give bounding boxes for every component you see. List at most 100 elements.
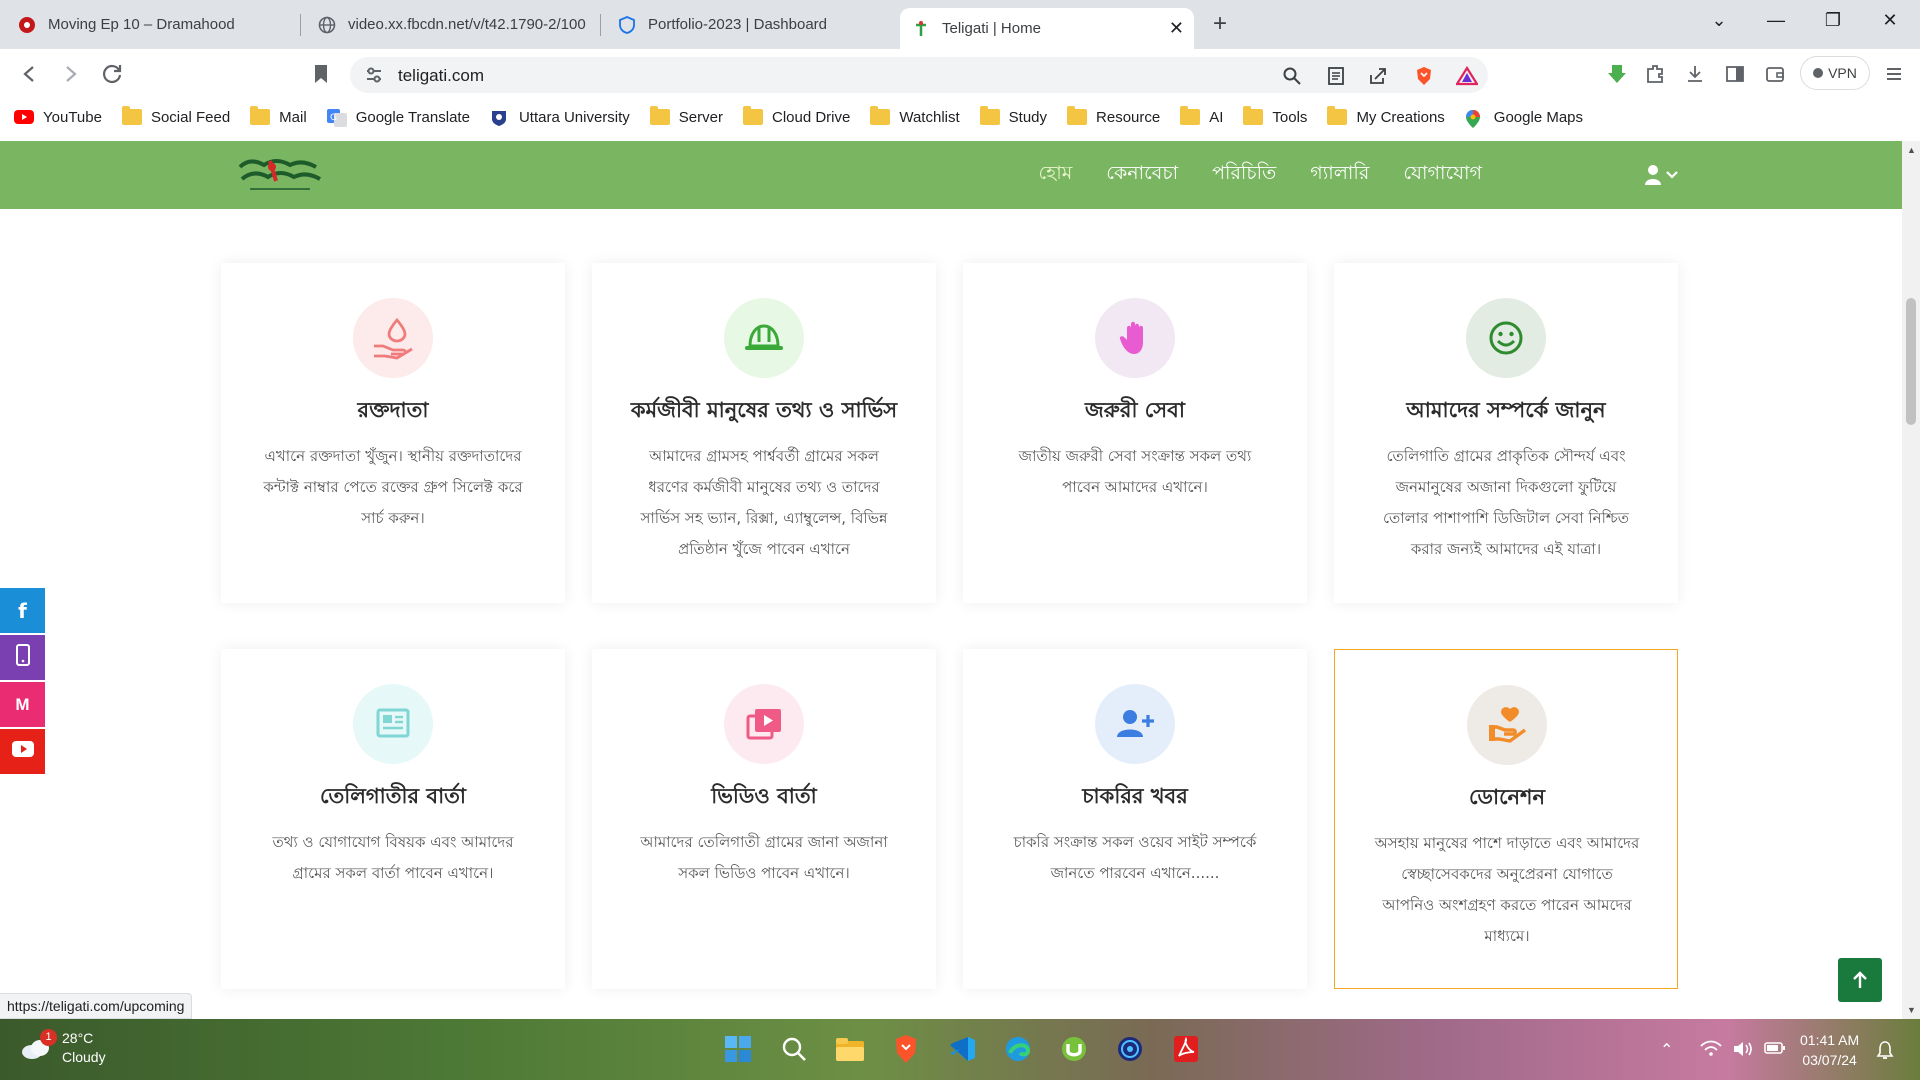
notifications-icon[interactable] bbox=[1876, 1040, 1894, 1065]
nav-about[interactable]: পরিচিতি bbox=[1212, 159, 1276, 191]
tray-overflow-icon[interactable]: ⌃ bbox=[1660, 1040, 1673, 1060]
file-explorer-icon[interactable] bbox=[832, 1031, 868, 1067]
video-icon bbox=[724, 684, 804, 764]
edge-browser-icon[interactable] bbox=[1000, 1031, 1036, 1067]
bookmark-label: Study bbox=[1008, 108, 1048, 126]
bookmarks-bar: YouTube Social Feed Mail G Google Transla… bbox=[0, 99, 1920, 135]
card-description: আমাদের তেলিগাতী গ্রামের জানা অজানা সকল ভ… bbox=[640, 833, 888, 882]
nav-gallery[interactable]: গ্যালারি bbox=[1310, 159, 1369, 191]
tab-search-button[interactable]: ⌄ bbox=[1699, 10, 1739, 31]
card-description: এখানে রক্তদাতা খুঁজুন। স্থানীয় রক্তদাতা… bbox=[263, 447, 523, 527]
back-button[interactable] bbox=[16, 61, 42, 87]
add-user-icon bbox=[1095, 684, 1175, 764]
tab-portfolio[interactable]: Portfolio-2023 | Dashboard bbox=[606, 6, 898, 43]
card-job-news[interactable]: চাকরির খবর চাকরি সংক্রান্ত সকল ওয়েব সাই… bbox=[963, 649, 1307, 989]
new-tab-button[interactable]: + bbox=[1206, 10, 1234, 38]
nav-contact[interactable]: যোগাযোগ bbox=[1403, 159, 1482, 191]
restore-button[interactable]: ❐ bbox=[1813, 10, 1853, 31]
taskbar-search-icon[interactable] bbox=[776, 1031, 812, 1067]
media-player-icon[interactable] bbox=[1112, 1031, 1148, 1067]
card-description: অসহায় মানুষের পাশে দাড়াতে এবং আমাদের স… bbox=[1374, 834, 1640, 945]
bookmark-label: Server bbox=[678, 108, 723, 126]
tab-dramahood[interactable]: Moving Ep 10 – Dramahood bbox=[6, 6, 298, 43]
bookmark-cloud-drive[interactable]: Cloud Drive bbox=[742, 106, 850, 126]
scrollbar-thumb[interactable] bbox=[1906, 298, 1916, 425]
bookmark-tools[interactable]: Tools bbox=[1243, 106, 1307, 126]
downloads-icon[interactable] bbox=[1684, 63, 1706, 85]
taskbar-clock[interactable]: 01:41 AM 03/07/24 bbox=[1800, 1030, 1859, 1070]
nav-marketplace[interactable]: কেনাবেচা bbox=[1106, 159, 1178, 191]
youtube-link[interactable] bbox=[0, 729, 45, 774]
folder-icon bbox=[1180, 106, 1201, 125]
address-bar[interactable]: teligati.com bbox=[350, 57, 1488, 93]
wallet-icon[interactable] bbox=[1764, 63, 1786, 85]
acrobat-reader-icon[interactable] bbox=[1168, 1031, 1204, 1067]
teligati-logo[interactable] bbox=[236, 153, 324, 197]
idm-extension-icon[interactable] bbox=[1606, 63, 1628, 85]
nav-home[interactable]: হোম bbox=[1039, 159, 1073, 191]
bookmark-resource[interactable]: Resource bbox=[1067, 106, 1160, 126]
card-title: আমাদের সম্পর্কে জানুন bbox=[1406, 398, 1606, 422]
bookmark-label: Google Maps bbox=[1493, 108, 1584, 126]
bookmark-server[interactable]: Server bbox=[649, 106, 723, 126]
tab-fbcdn[interactable]: video.xx.fbcdn.net/v/t42.1790-2/100 bbox=[306, 6, 598, 43]
bookmark-label: Uttara University bbox=[518, 108, 630, 126]
reload-button[interactable] bbox=[100, 61, 126, 87]
university-icon bbox=[490, 109, 510, 126]
reader-mode-icon[interactable] bbox=[1326, 66, 1346, 86]
card-video-news[interactable]: ভিডিও বার্তা আমাদের তেলিগাতী গ্রামের জান… bbox=[592, 649, 936, 989]
site-settings-icon[interactable] bbox=[364, 65, 384, 85]
scroll-down-arrow-icon[interactable]: ▼ bbox=[1907, 1005, 1916, 1015]
brave-shields-icon[interactable] bbox=[1414, 66, 1434, 86]
share-icon[interactable] bbox=[1368, 66, 1388, 86]
bookmark-uttara-university[interactable]: Uttara University bbox=[490, 109, 630, 126]
vpn-button[interactable]: VPN bbox=[1800, 56, 1870, 90]
bookmark-watchlist[interactable]: Watchlist bbox=[870, 106, 960, 126]
forward-button[interactable] bbox=[58, 61, 84, 87]
search-icon[interactable] bbox=[1282, 66, 1302, 86]
page-scrollbar[interactable]: ▲ ▼ bbox=[1902, 141, 1920, 1019]
card-workers-info[interactable]: কর্মজীবী মানুষের তথ্য ও সার্ভিস আমাদের গ… bbox=[592, 263, 936, 603]
bookmark-my-creations[interactable]: My Creations bbox=[1327, 106, 1445, 126]
minimize-button[interactable]: — bbox=[1756, 10, 1796, 31]
wifi-icon[interactable] bbox=[1700, 1040, 1722, 1061]
bookmark-google-maps[interactable]: Google Maps bbox=[1465, 108, 1584, 128]
card-teligati-news[interactable]: তেলিগাতীর বার্তা তথ্য ও যোগাযোগ বিষয়ক এ… bbox=[221, 649, 565, 989]
folder-icon bbox=[870, 106, 891, 125]
close-tab-icon[interactable]: ✕ bbox=[1169, 18, 1184, 39]
bookmark-youtube[interactable]: YouTube bbox=[14, 109, 102, 126]
brave-browser-icon[interactable] bbox=[888, 1031, 924, 1067]
hand-icon bbox=[1095, 298, 1175, 378]
bookmark-study[interactable]: Study bbox=[979, 106, 1048, 126]
vscode-icon[interactable] bbox=[944, 1031, 980, 1067]
gmail-link[interactable]: M bbox=[0, 682, 45, 727]
weather-widget[interactable]: 28°C Cloudy bbox=[20, 1029, 106, 1067]
utorrent-icon[interactable] bbox=[1056, 1031, 1092, 1067]
bookmark-ai[interactable]: AI bbox=[1180, 106, 1223, 126]
phone-link[interactable] bbox=[0, 635, 45, 680]
battery-icon[interactable] bbox=[1764, 1040, 1786, 1061]
bookmark-google-translate[interactable]: G Google Translate bbox=[326, 109, 470, 127]
sidebar-icon[interactable] bbox=[1724, 63, 1746, 85]
card-blood-donor[interactable]: রক্তদাতা এখানে রক্তদাতা খুঁজুন। স্থানীয়… bbox=[221, 263, 565, 603]
card-emergency-service[interactable]: জরুরী সেবা জাতীয় জরুরী সেবা সংক্রান্ত স… bbox=[963, 263, 1307, 603]
windows-start-icon[interactable] bbox=[720, 1031, 756, 1067]
bookmark-mail[interactable]: Mail bbox=[250, 106, 307, 126]
facebook-link[interactable]: f bbox=[0, 588, 45, 633]
youtube-icon bbox=[11, 740, 34, 763]
menu-icon[interactable] bbox=[1883, 63, 1905, 85]
scroll-up-arrow-icon[interactable]: ▲ bbox=[1907, 145, 1916, 155]
card-about-us[interactable]: আমাদের সম্পর্কে জানুন তেলিগাতি গ্রামের প… bbox=[1334, 263, 1678, 603]
volume-icon[interactable] bbox=[1732, 1040, 1754, 1063]
donate-icon bbox=[1467, 685, 1547, 765]
card-donation[interactable]: ডোনেশন অসহায় মানুষের পাশে দাড়াতে এবং আ… bbox=[1334, 649, 1678, 989]
user-menu-button[interactable] bbox=[1644, 163, 1680, 187]
tab-teligati[interactable]: Teligati | Home ✕ bbox=[900, 8, 1194, 49]
bookmark-icon[interactable] bbox=[310, 63, 332, 85]
browser-toolbar: teligati.com VPN bbox=[0, 49, 1920, 99]
close-window-button[interactable]: ✕ bbox=[1870, 10, 1910, 31]
brave-rewards-icon[interactable] bbox=[1455, 65, 1479, 86]
extensions-icon[interactable] bbox=[1644, 63, 1666, 85]
bookmark-social-feed[interactable]: Social Feed bbox=[121, 106, 230, 126]
back-to-top-button[interactable] bbox=[1838, 958, 1882, 1002]
